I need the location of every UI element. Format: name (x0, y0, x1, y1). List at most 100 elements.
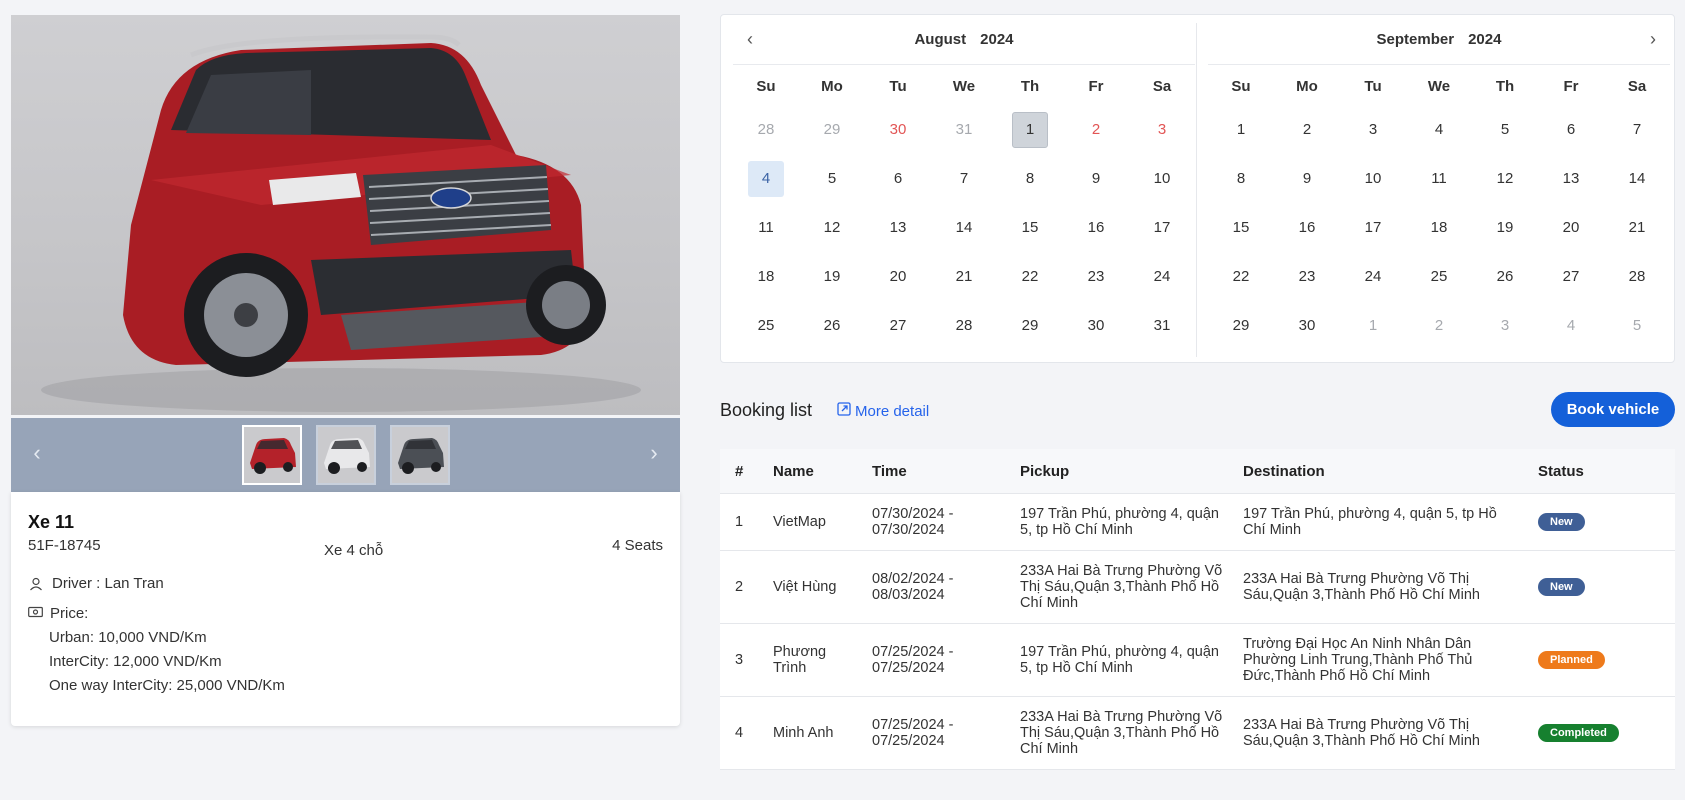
calendar-day[interactable]: 1 (997, 105, 1063, 154)
calendar-day[interactable]: 10 (1129, 154, 1195, 203)
calendar-day[interactable]: 16 (1274, 203, 1340, 252)
calendar-day[interactable]: 9 (1063, 154, 1129, 203)
calendar-day[interactable]: 15 (997, 203, 1063, 252)
calendar-day[interactable]: 26 (1472, 252, 1538, 301)
month-year: 2024 (1468, 31, 1502, 48)
chevron-right-icon[interactable]: › (642, 440, 666, 466)
calendar-day[interactable]: 18 (1406, 203, 1472, 252)
calendar-day[interactable]: 22 (1208, 252, 1274, 301)
calendar-day[interactable]: 13 (1538, 154, 1604, 203)
calendar-day[interactable]: 10 (1340, 154, 1406, 203)
book-vehicle-button[interactable]: Book vehicle (1551, 392, 1675, 427)
calendar-day[interactable]: 28 (733, 105, 799, 154)
chevron-left-icon[interactable]: ‹ (25, 440, 49, 466)
thumbnail-red-suv[interactable] (242, 425, 302, 485)
calendar-day[interactable]: 29 (1208, 301, 1274, 350)
day-number: 25 (757, 317, 775, 334)
calendar-day[interactable]: 20 (1538, 203, 1604, 252)
calendar-day[interactable]: 12 (799, 203, 865, 252)
calendar-day[interactable]: 20 (865, 252, 931, 301)
vehicle-main-image[interactable] (11, 15, 680, 415)
calendar-day[interactable]: 28 (931, 301, 997, 350)
calendar-day[interactable]: 19 (1472, 203, 1538, 252)
calendar-day[interactable]: 21 (931, 252, 997, 301)
calendar-day[interactable]: 16 (1063, 203, 1129, 252)
calendar-day[interactable]: 29 (799, 105, 865, 154)
calendar-day[interactable]: 29 (997, 301, 1063, 350)
calendar-day[interactable]: 4 (1538, 301, 1604, 350)
calendar-day[interactable]: 7 (1604, 105, 1670, 154)
calendar-day[interactable]: 24 (1340, 252, 1406, 301)
calendar-day[interactable]: 1 (1340, 301, 1406, 350)
day-number: 29 (823, 121, 841, 138)
day-number: 9 (1091, 170, 1101, 187)
calendar-day[interactable]: 19 (799, 252, 865, 301)
calendar-day[interactable]: 3 (1129, 105, 1195, 154)
chevron-right-icon[interactable]: › (1650, 29, 1656, 50)
day-number: 24 (1364, 268, 1382, 285)
calendar-day[interactable]: 17 (1129, 203, 1195, 252)
calendar-day[interactable]: 31 (1129, 301, 1195, 350)
calendar-day[interactable]: 28 (1604, 252, 1670, 301)
booking-header: Booking list More detail Book vehicle (720, 392, 1675, 432)
calendar-day[interactable]: 2 (1063, 105, 1129, 154)
chevron-left-icon[interactable]: ‹ (747, 29, 753, 50)
calendar-day[interactable]: 31 (931, 105, 997, 154)
calendar-day[interactable]: 23 (1063, 252, 1129, 301)
calendar-day[interactable]: 14 (1604, 154, 1670, 203)
calendar-day[interactable]: 14 (931, 203, 997, 252)
calendar-day[interactable]: 5 (799, 154, 865, 203)
day-number: 12 (823, 219, 841, 236)
calendar-day[interactable]: 24 (1129, 252, 1195, 301)
calendar-day[interactable]: 5 (1604, 301, 1670, 350)
day-number: 18 (757, 268, 775, 285)
calendar-day[interactable]: 27 (1538, 252, 1604, 301)
col-name: Name (773, 462, 814, 480)
calendar-day[interactable]: 22 (997, 252, 1063, 301)
calendar-day[interactable]: 1 (1208, 105, 1274, 154)
table-row[interactable]: 3 Phương Trình 07/25/2024 - 07/25/2024 197 … (720, 624, 1675, 697)
calendar-day[interactable]: 4 (733, 154, 799, 203)
calendar-day[interactable]: 27 (865, 301, 931, 350)
calendar-day[interactable]: 18 (733, 252, 799, 301)
calendar-day[interactable]: 30 (1063, 301, 1129, 350)
thumbnail-grey-suv[interactable] (390, 425, 450, 485)
calendar-day[interactable]: 23 (1274, 252, 1340, 301)
calendar-day[interactable]: 26 (799, 301, 865, 350)
table-row[interactable]: 1 VietMap 07/30/2024 - 07/30/2024 197 Trần … (720, 494, 1675, 551)
calendar-day[interactable]: 6 (865, 154, 931, 203)
table-row[interactable]: 2 Việt Hùng 08/02/2024 - 08/03/2024 233A Ha… (720, 551, 1675, 624)
calendar-day[interactable]: 13 (865, 203, 931, 252)
calendar-day[interactable]: 25 (1406, 252, 1472, 301)
calendar-day[interactable]: 8 (997, 154, 1063, 203)
calendar-day[interactable]: 6 (1538, 105, 1604, 154)
calendar-day[interactable]: 8 (1208, 154, 1274, 203)
calendar-day[interactable]: 30 (865, 105, 931, 154)
calendar-day[interactable]: 2 (1274, 105, 1340, 154)
calendar-day[interactable]: 11 (733, 203, 799, 252)
weekday-label: Fr (1088, 77, 1104, 95)
day-number: 6 (893, 170, 903, 187)
thumbnail-white-mpv[interactable] (316, 425, 376, 485)
calendar-day[interactable]: 7 (931, 154, 997, 203)
calendar-day[interactable]: 17 (1340, 203, 1406, 252)
day-number: 30 (1087, 317, 1105, 334)
calendar-day[interactable]: 2 (1406, 301, 1472, 350)
calendar-day[interactable]: 15 (1208, 203, 1274, 252)
calendar-day[interactable]: 30 (1274, 301, 1340, 350)
cell-pickup: 197 Trần Phú, phường 4, quận 5, tp Hồ Ch… (1020, 644, 1219, 676)
col-number: # (735, 462, 744, 480)
calendar-day[interactable]: 21 (1604, 203, 1670, 252)
calendar-day[interactable]: 3 (1340, 105, 1406, 154)
day-number: 15 (1232, 219, 1250, 236)
calendar-day[interactable]: 5 (1472, 105, 1538, 154)
cell-number: 4 (735, 725, 744, 741)
calendar-day[interactable]: 11 (1406, 154, 1472, 203)
calendar-day[interactable]: 3 (1472, 301, 1538, 350)
more-detail-link[interactable]: More detail (837, 402, 929, 420)
table-row[interactable]: 4 Minh Anh 07/25/2024 - 07/25/2024 233A Hai… (720, 697, 1675, 770)
calendar-day[interactable]: 12 (1472, 154, 1538, 203)
calendar-day[interactable]: 25 (733, 301, 799, 350)
calendar-day[interactable]: 4 (1406, 105, 1472, 154)
calendar-day[interactable]: 9 (1274, 154, 1340, 203)
